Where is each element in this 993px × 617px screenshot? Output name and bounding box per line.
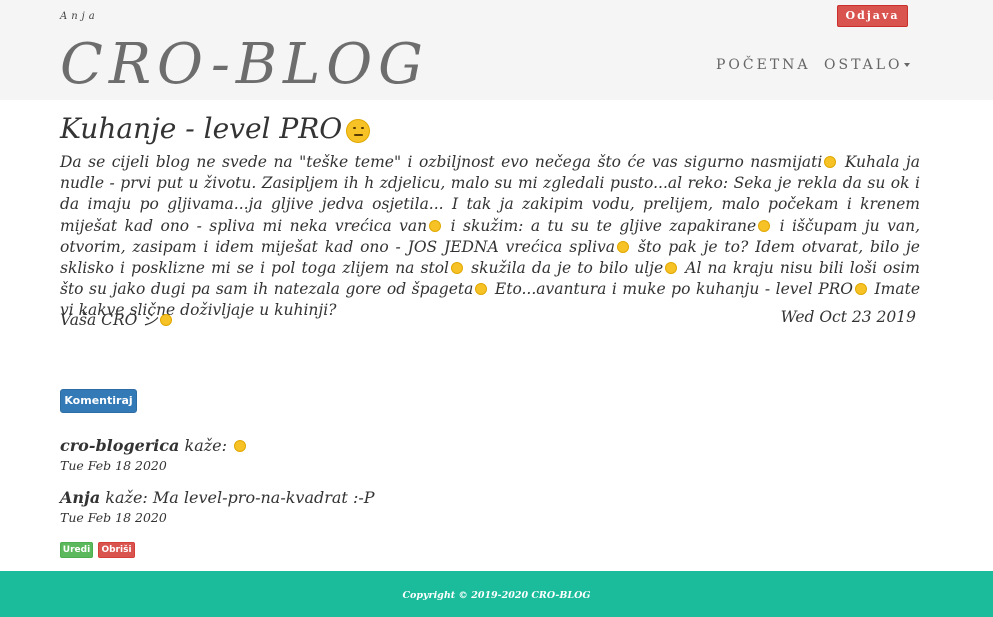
post-title-text: Kuhanje - level PRO [60,112,343,145]
add-comment-button[interactable]: Komentiraj [60,389,137,413]
comment-says: kaže: [184,436,228,455]
post-signature: Vaša CRO シ [60,308,174,330]
current-username: Anja [60,11,99,22]
site-footer: Copyright © 2019-2020 CRO-BLOG [0,571,993,617]
grinning-emoji-icon [855,283,867,296]
comment-author: cro-blogerica [60,436,180,455]
signature-text: Vaša CRO シ [60,311,158,329]
post-title: Kuhanje - level PRO [60,112,371,145]
post-body-text: Da se cijeli blog ne svede na "teške tem… [60,153,823,171]
logout-button[interactable]: Odjava [837,5,908,27]
comment-says: kaže: [105,488,148,507]
caret-down-icon [903,63,910,67]
astonished-emoji-icon [617,240,630,253]
comment-date: Tue Feb 18 2020 [60,458,167,473]
post-date: Wed Oct 23 2019 [780,308,916,326]
comment-author: Anja [60,488,101,507]
comment-item: cro-blogerica kaže: Tue Feb 18 2020 [60,436,248,473]
post-body-text: Eto...avantura i muke po kuhanju - level… [494,280,853,299]
grimacing-emoji-icon [665,262,678,275]
grinning-sweat-emoji-icon [234,440,247,452]
kissing-emoji-icon [159,314,172,326]
comment-header: cro-blogerica kaže: [60,436,248,455]
post-body-text: skužila da je to bilo ulje [471,259,664,278]
post-body: Da se cijeli blog ne svede na "teške tem… [60,152,920,322]
comment-header: Anja kaže: Ma level-pro-na-kvadrat :-P [60,488,375,507]
nav-more-label: OSTALO [824,57,903,73]
grinning-emoji-icon [758,219,771,232]
grinning-emoji-icon [824,156,837,168]
copyright-text: Copyright © 2019-2020 CRO-BLOG [402,590,591,601]
delete-comment-button[interactable]: Obriši [98,542,135,558]
surprised-emoji-icon [429,219,442,232]
site-brand-logo[interactable]: CRO-BLOG [60,26,429,104]
nav-more-dropdown[interactable]: OSTALO [824,57,910,73]
post-body-text: i skužim: a tu su te gljive zapakirane [450,216,757,235]
sad-emoji-icon [451,262,464,275]
site-header: Anja CRO-BLOG Odjava POČETNA OSTALO [0,0,993,100]
comment-item: Anja kaže: Ma level-pro-na-kvadrat :-P T… [60,488,375,525]
edit-comment-button[interactable]: Uredi [60,542,93,558]
unamused-face-emoji-icon [346,118,371,143]
comment-text: Ma level-pro-na-kvadrat :-P [152,488,375,507]
nav-home-link[interactable]: POČETNA [716,57,811,73]
comment-date: Tue Feb 18 2020 [60,510,167,525]
grimacing-emoji-icon [475,283,488,296]
